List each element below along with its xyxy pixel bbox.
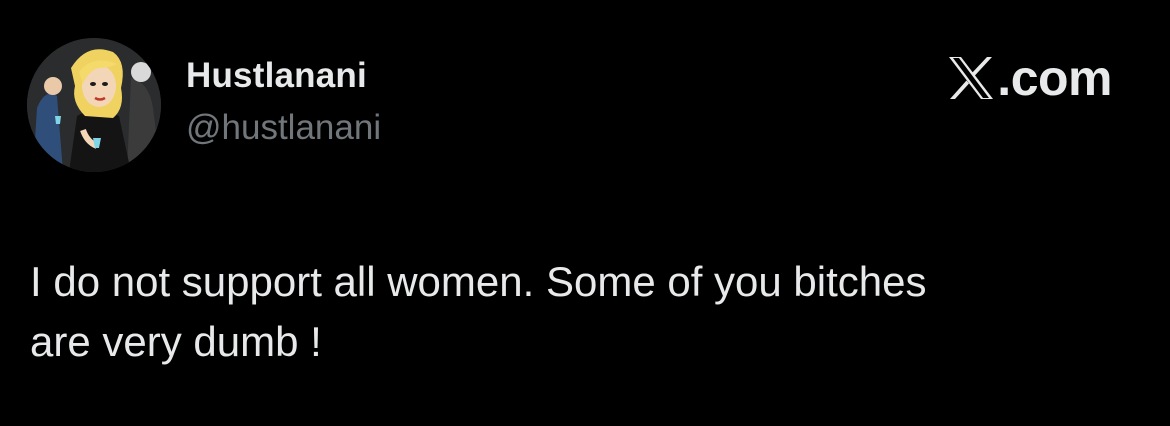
tweet-text-line: are very dumb ! — [30, 318, 322, 365]
cartoon-avatar-icon — [27, 38, 161, 172]
tweet-card: Hustlanani @hustlanani .com I do not sup… — [0, 0, 1170, 426]
x-logo-icon — [947, 55, 995, 101]
author-avatar[interactable] — [27, 38, 161, 172]
author-handle[interactable]: @hustlanani — [186, 108, 381, 148]
author-display-name[interactable]: Hustlanani — [186, 56, 367, 96]
tweet-text-line: I do not support all women. Some of you … — [30, 258, 927, 305]
brand-suffix: .com — [997, 50, 1112, 106]
tweet-text: I do not support all women. Some of you … — [30, 252, 1140, 372]
brand-mark: .com — [947, 50, 1112, 106]
